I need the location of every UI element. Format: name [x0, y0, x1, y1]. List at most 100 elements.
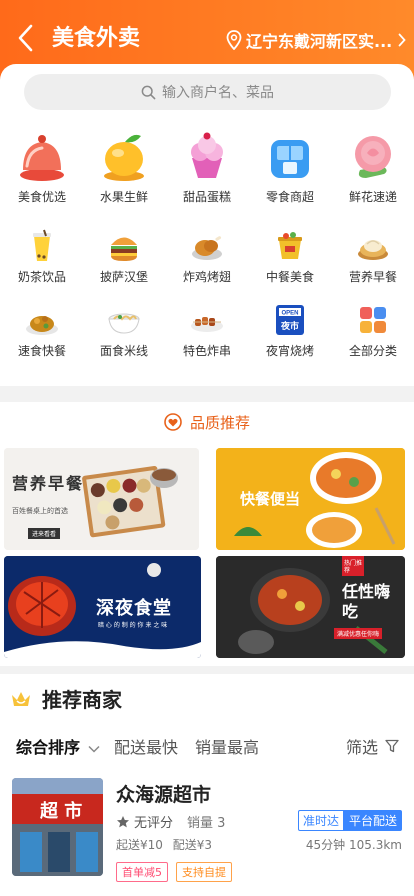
sort-bar: 综合排序 配送最快 销量最高 筛选: [0, 734, 414, 762]
category-item[interactable]: 面食米线: [83, 302, 165, 359]
category-label: 鲜花速递: [348, 190, 397, 204]
banner-fast-meal[interactable]: 快餐便当: [216, 448, 405, 550]
chinese-food-icon: [278, 232, 302, 259]
page-title: 美食外卖: [52, 26, 141, 51]
sort-best-selling[interactable]: 销量最高: [195, 734, 259, 758]
category-item[interactable]: 全部分类: [332, 302, 414, 359]
sales-count: 销量 3: [187, 816, 226, 831]
back-arrow-icon[interactable]: [14, 22, 38, 54]
delivery-badges: 准时达 平台配送: [297, 810, 402, 831]
category-item[interactable]: 甜品蛋糕: [166, 126, 248, 205]
distance: 105.3km: [349, 838, 402, 852]
banner-late-night-title: 深夜食堂: [96, 598, 172, 619]
chevron-right-icon: [398, 33, 406, 47]
shop-name[interactable]: 众海源超市: [116, 780, 211, 807]
shop-storefront-image: [12, 778, 103, 876]
svg-text:OPEN: OPEN: [281, 311, 298, 317]
category-item[interactable]: 炸鸡烤翅: [166, 228, 248, 285]
fried-chicken-icon: [192, 236, 222, 260]
burger-icon: [111, 237, 137, 261]
category-label: 炸鸡烤翅: [182, 270, 231, 284]
recommend-title: 推荐商家: [42, 688, 122, 712]
category-label: 美食优选: [17, 190, 66, 204]
category-label: 面食米线: [99, 344, 148, 358]
location-text: 辽宁东戴河新区实...: [246, 32, 393, 51]
category-item[interactable]: 特色炸串: [166, 302, 248, 359]
min-order: 起送¥10: [116, 838, 163, 852]
milk-tea-icon: [33, 229, 51, 261]
category-item[interactable]: 零食商超: [249, 126, 331, 205]
svg-text:夜市: 夜市: [280, 320, 299, 332]
noodle-icon: [108, 313, 140, 334]
fast-food-icon: [26, 316, 58, 335]
delivery-time: 45分钟: [305, 838, 346, 852]
banner-fast-meal-title: 快餐便当: [240, 490, 301, 508]
quality-section: 品质推荐 营养早餐 百姓餐桌上的首选 进来看看 快餐便当 深夜食堂 暗 心 的 …: [0, 402, 414, 666]
banner-enjoy-title: 任性嗨吃: [342, 582, 391, 621]
mango-icon: [104, 134, 144, 181]
category-item[interactable]: 速食快餐: [1, 302, 83, 359]
category-item[interactable]: 美食优选: [1, 126, 83, 205]
search-icon: [141, 85, 156, 99]
promo-tags: 首单减5 支持自提: [116, 862, 232, 882]
first-order-tag: 首单减5: [116, 862, 168, 882]
quality-header: 品质推荐: [0, 402, 414, 442]
category-card: 输入商户名、菜品 美食优选 水果生鲜 甜品蛋糕 零食商超 鲜花速递 奶茶饮品 披…: [0, 64, 414, 386]
banner-breakfast-button: 进来看看: [28, 528, 61, 539]
banner-breakfast-sub: 百姓餐桌上的首选: [12, 507, 68, 515]
filter-button[interactable]: 筛选: [346, 734, 399, 758]
skewer-icon: [191, 317, 223, 332]
sort-fastest[interactable]: 配送最快: [114, 734, 178, 758]
crown-icon: [12, 691, 30, 706]
location-pin-icon: [226, 30, 242, 50]
sort-comprehensive[interactable]: 综合排序: [16, 734, 100, 758]
banner-enjoy[interactable]: 热门推荐 任性嗨吃 满减优惠任你嗨: [216, 556, 405, 658]
pickup-tag: 支持自提: [176, 862, 232, 882]
platform-delivery-badge: 平台配送: [343, 810, 402, 831]
search-placeholder: 输入商户名、菜品: [162, 85, 274, 101]
delivery-time-distance: 45分钟 105.3km: [306, 836, 402, 853]
recommend-header: 推荐商家: [10, 684, 122, 713]
all-categories-icon: [360, 307, 386, 333]
banner-late-night[interactable]: 深夜食堂 暗 心 的 制 的 你 来 之 味: [4, 556, 201, 658]
category-label: 营养早餐: [348, 270, 397, 284]
recommend-section: 推荐商家 综合排序 配送最快 销量最高 筛选 超 市 众海源超市 无评分 销量 …: [0, 674, 414, 896]
banner-enjoy-tag: 热门推荐: [344, 560, 363, 574]
category-label: 零食商超: [265, 190, 314, 204]
banner-breakfast[interactable]: 营养早餐 百姓餐桌上的首选 进来看看: [4, 448, 199, 550]
ontime-badge: 准时达: [297, 810, 344, 831]
category-label: 全部分类: [348, 344, 397, 358]
category-item[interactable]: 鲜花速递: [332, 126, 414, 205]
location-selector[interactable]: 辽宁东戴河新区实...: [226, 28, 406, 52]
shop-image[interactable]: 超 市: [12, 778, 103, 876]
heart-badge-icon: [164, 413, 182, 431]
night-market-icon: OPEN 夜市: [276, 305, 304, 335]
category-item[interactable]: OPEN 夜市 夜宵烧烤: [249, 302, 331, 359]
category-item[interactable]: 中餐美食: [249, 228, 331, 285]
category-label: 甜品蛋糕: [182, 190, 231, 204]
star-icon: [117, 815, 129, 827]
category-item[interactable]: 营养早餐: [332, 228, 414, 285]
category-label: 披萨汉堡: [99, 270, 148, 284]
search-input[interactable]: 输入商户名、菜品: [24, 74, 391, 110]
rating-text: 无评分: [134, 816, 174, 831]
chevron-down-icon: [88, 745, 100, 753]
category-label: 速食快餐: [17, 344, 66, 358]
shop-fees: 起送¥10 配送¥3: [116, 836, 218, 853]
category-label: 夜宵烧烤: [265, 344, 314, 358]
banner-breakfast-title: 营养早餐: [12, 474, 85, 493]
category-item[interactable]: 披萨汉堡: [83, 228, 165, 285]
rose-icon: [355, 136, 391, 178]
category-item[interactable]: 奶茶饮品: [1, 228, 83, 285]
banner-late-night-sub: 暗 心 的 制 的 你 来 之 味: [98, 622, 168, 629]
quality-title: 品质推荐: [189, 413, 250, 432]
banner-enjoy-sub: 满减优惠任你嗨: [334, 628, 383, 639]
category-label: 中餐美食: [265, 270, 314, 284]
category-label: 水果生鲜: [99, 190, 148, 204]
shop-rating: 无评分 销量 3: [116, 812, 225, 831]
category-label: 特色炸串: [182, 344, 231, 358]
category-item[interactable]: 水果生鲜: [83, 126, 165, 205]
cake-bell-icon: [20, 135, 64, 181]
delivery-fee: 配送¥3: [172, 838, 213, 852]
store-icon: [271, 140, 309, 178]
